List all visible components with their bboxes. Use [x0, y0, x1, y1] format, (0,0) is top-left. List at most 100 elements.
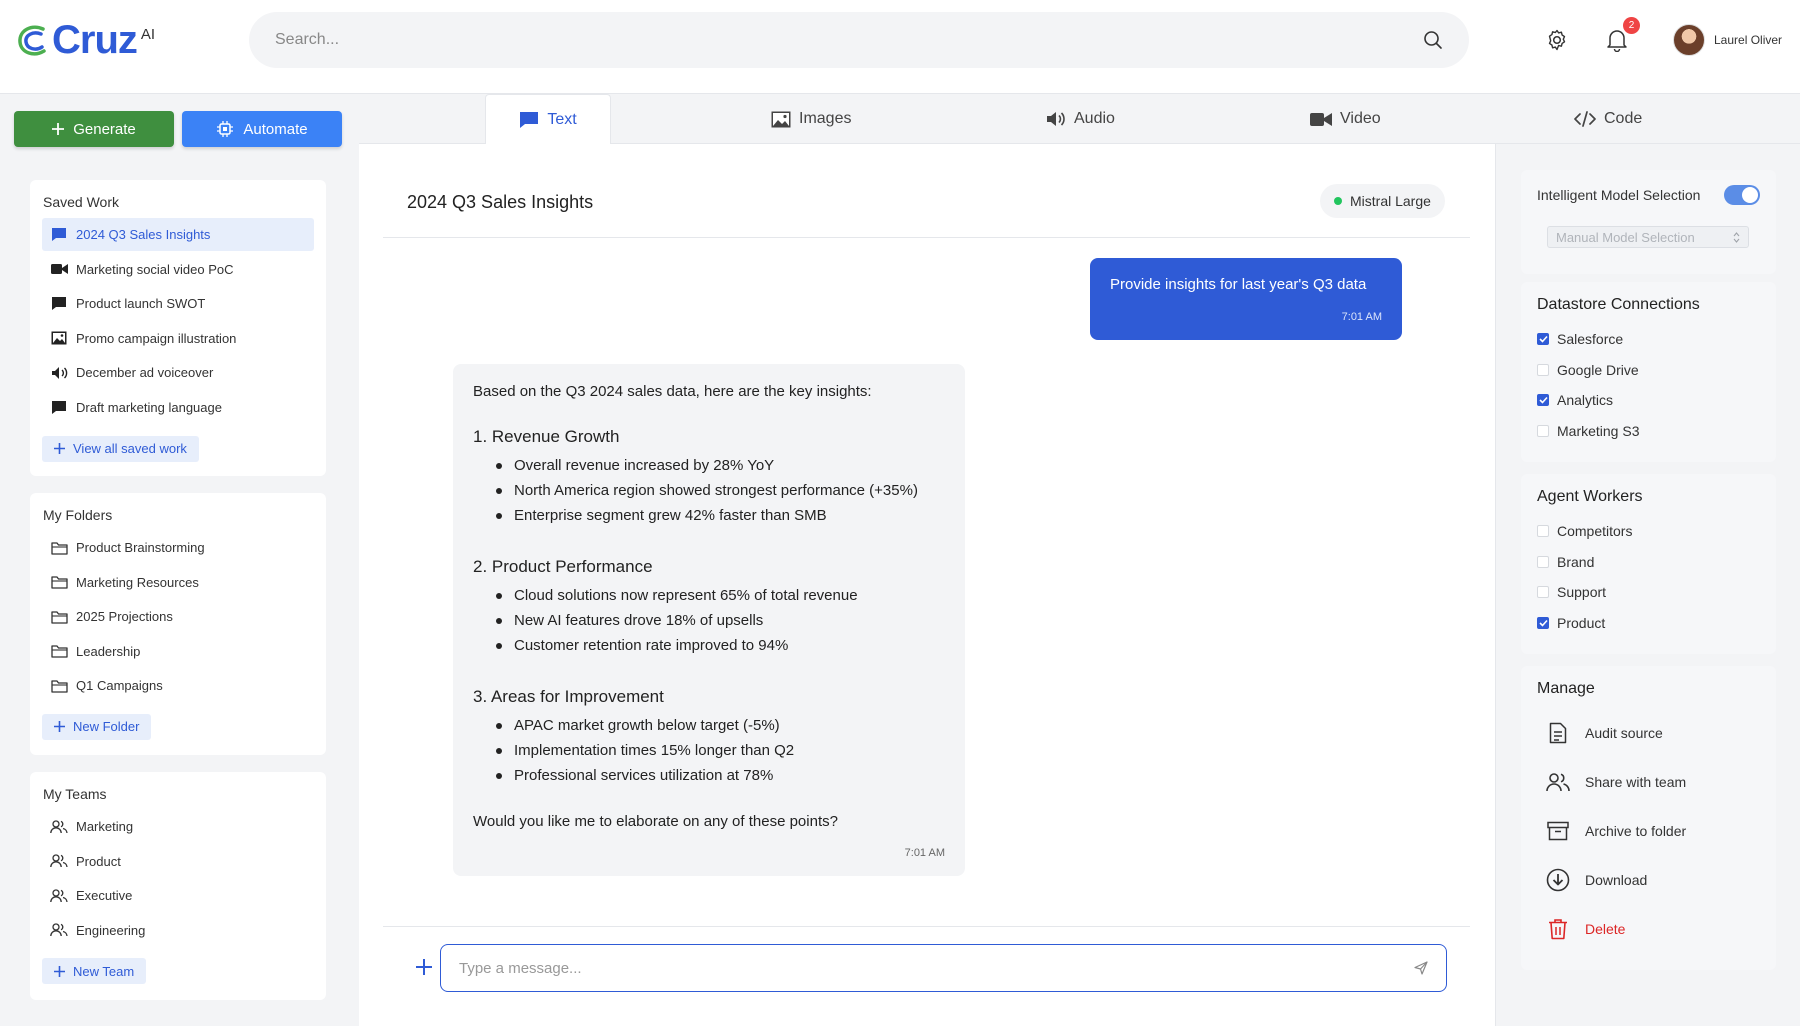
checkbox-unchecked[interactable]	[1537, 363, 1549, 376]
avatar	[1673, 24, 1705, 56]
saved-item-label: Marketing social video PoC	[76, 261, 234, 277]
plus-icon	[54, 965, 65, 977]
team-label: Marketing	[76, 819, 134, 834]
message-timestamp: 7:01 AM	[904, 847, 945, 859]
user-message-text: Provide insights for last year's Q3 data	[1110, 276, 1367, 293]
team-item[interactable]: Marketing	[42, 810, 314, 843]
audio-icon	[50, 364, 68, 382]
saved-item-label: Draft marketing language	[76, 399, 222, 415]
chat-icon	[50, 398, 68, 416]
main-area: Text Images Audio Video Code 2024 Q3 Sal…	[359, 94, 1800, 1026]
tab-video[interactable]: Video	[1310, 94, 1381, 144]
download-button[interactable]: Download	[1537, 855, 1760, 904]
saved-item[interactable]: Marketing social video PoC	[42, 253, 314, 286]
datastore-label: Google Drive	[1557, 361, 1639, 378]
agent-option[interactable]: Competitors	[1537, 516, 1760, 547]
saved-item[interactable]: Draft marketing language	[42, 391, 314, 424]
view-all-saved-work-button[interactable]: View all saved work	[42, 435, 199, 462]
saved-item[interactable]: Product launch SWOT	[42, 287, 314, 320]
search-input[interactable]	[275, 31, 1423, 49]
new-folder-label: New Folder	[73, 719, 140, 735]
automate-button[interactable]: Automate	[182, 111, 342, 147]
agent-option[interactable]: Product	[1537, 608, 1760, 639]
datastore-option[interactable]: Analytics	[1537, 385, 1760, 416]
bullet-list: Cloud solutions now represent 65% of tot…	[473, 583, 945, 658]
updown-chevron-icon	[1733, 231, 1740, 243]
saved-work-panel: Saved Work 2024 Q3 Sales Insights Market…	[30, 180, 326, 476]
manage-title: Manage	[1537, 680, 1595, 697]
datastore-label: Marketing S3	[1557, 422, 1640, 439]
folder-icon	[50, 642, 68, 660]
checkbox-unchecked[interactable]	[1537, 586, 1549, 599]
bullet-item: North America region showed strongest pe…	[473, 478, 945, 503]
checkbox-unchecked[interactable]	[1537, 525, 1549, 538]
folder-item[interactable]: 2025 Projections	[42, 600, 314, 633]
team-item[interactable]: Engineering	[42, 914, 314, 947]
assistant-intro: Based on the Q3 2024 sales data, here ar…	[473, 383, 872, 400]
share-with-team-button[interactable]: Share with team	[1537, 757, 1760, 806]
generate-button[interactable]: Generate	[14, 111, 174, 147]
message-timestamp: 7:01 AM	[1341, 311, 1382, 323]
team-item[interactable]: Executive	[42, 879, 314, 912]
agent-option[interactable]: Brand	[1537, 547, 1760, 578]
tab-label: Code	[1604, 110, 1643, 127]
plus-icon	[54, 721, 65, 733]
generate-label: Generate	[73, 120, 136, 138]
datastore-option[interactable]: Salesforce	[1537, 324, 1760, 355]
users-icon	[50, 852, 68, 870]
checkbox-unchecked[interactable]	[1537, 555, 1549, 568]
saved-item-label: 2024 Q3 Sales Insights	[76, 227, 211, 242]
tab-text[interactable]: Text	[485, 94, 611, 145]
checkbox-checked[interactable]	[1537, 394, 1549, 407]
team-item[interactable]: Product	[42, 845, 314, 878]
datastore-option[interactable]: Google Drive	[1537, 355, 1760, 386]
folder-label: Leadership	[76, 643, 141, 659]
attach-plus-icon[interactable]	[413, 956, 435, 978]
folder-item[interactable]: Q1 Campaigns	[42, 669, 314, 702]
datastore-label: Salesforce	[1557, 331, 1624, 348]
saved-item[interactable]: December ad voiceover	[42, 356, 314, 389]
section-heading: 2. Product Performance	[473, 557, 653, 576]
manual-model-select[interactable]: Manual Model Selection	[1547, 226, 1749, 248]
logo[interactable]: Cruz AI	[16, 20, 155, 60]
checkbox-checked[interactable]	[1537, 616, 1549, 629]
checkbox-unchecked[interactable]	[1537, 424, 1549, 437]
agent-workers-panel: Agent Workers Competitors Brand Support …	[1521, 474, 1776, 654]
audit-source-button[interactable]: Audit source	[1537, 708, 1760, 757]
model-badge[interactable]: Mistral Large	[1320, 184, 1445, 218]
folder-icon	[50, 539, 68, 557]
saved-item[interactable]: 2024 Q3 Sales Insights	[42, 218, 314, 251]
chat-panel: 2024 Q3 Sales Insights Mistral Large Pro…	[359, 144, 1496, 1026]
chat-icon	[520, 111, 539, 128]
folder-item[interactable]: Leadership	[42, 635, 314, 668]
datastore-option[interactable]: Marketing S3	[1537, 416, 1760, 447]
search-icon[interactable]	[1423, 30, 1443, 50]
tab-code[interactable]: Code	[1574, 94, 1642, 144]
tab-label: Text	[547, 110, 577, 128]
intelligent-selection-toggle[interactable]	[1724, 185, 1760, 205]
agent-option[interactable]: Support	[1537, 577, 1760, 608]
saved-item[interactable]: Promo campaign illustration	[42, 322, 314, 355]
new-team-button[interactable]: New Team	[42, 958, 147, 985]
send-icon[interactable]	[1414, 961, 1428, 975]
top-header: Cruz AI 2 Laurel Oliver	[0, 0, 1800, 94]
settings-gear-icon[interactable]	[1543, 26, 1571, 54]
folder-item[interactable]: Marketing Resources	[42, 566, 314, 599]
bullet-item: Overall revenue increased by 28% YoY	[473, 453, 945, 478]
folder-item[interactable]: Product Brainstorming	[42, 531, 314, 564]
tab-audio[interactable]: Audio	[1046, 94, 1115, 144]
tab-images[interactable]: Images	[771, 94, 851, 144]
user-name: Laurel Oliver	[1714, 33, 1783, 47]
delete-button[interactable]: Delete	[1537, 904, 1760, 953]
archive-to-folder-button[interactable]: Archive to folder	[1537, 806, 1760, 855]
new-folder-button[interactable]: New Folder	[42, 713, 152, 740]
datastore-label: Analytics	[1557, 392, 1614, 409]
bullet-item: New AI features drove 18% of upsells	[473, 608, 945, 633]
checkbox-checked[interactable]	[1537, 333, 1549, 346]
tab-label: Images	[799, 110, 852, 127]
message-input[interactable]	[459, 959, 1414, 977]
message-composer	[440, 944, 1447, 992]
user-menu[interactable]: Laurel Oliver	[1673, 24, 1782, 56]
conversation-title: 2024 Q3 Sales Insights	[407, 192, 594, 212]
notification-bell-icon[interactable]: 2	[1603, 17, 1640, 54]
